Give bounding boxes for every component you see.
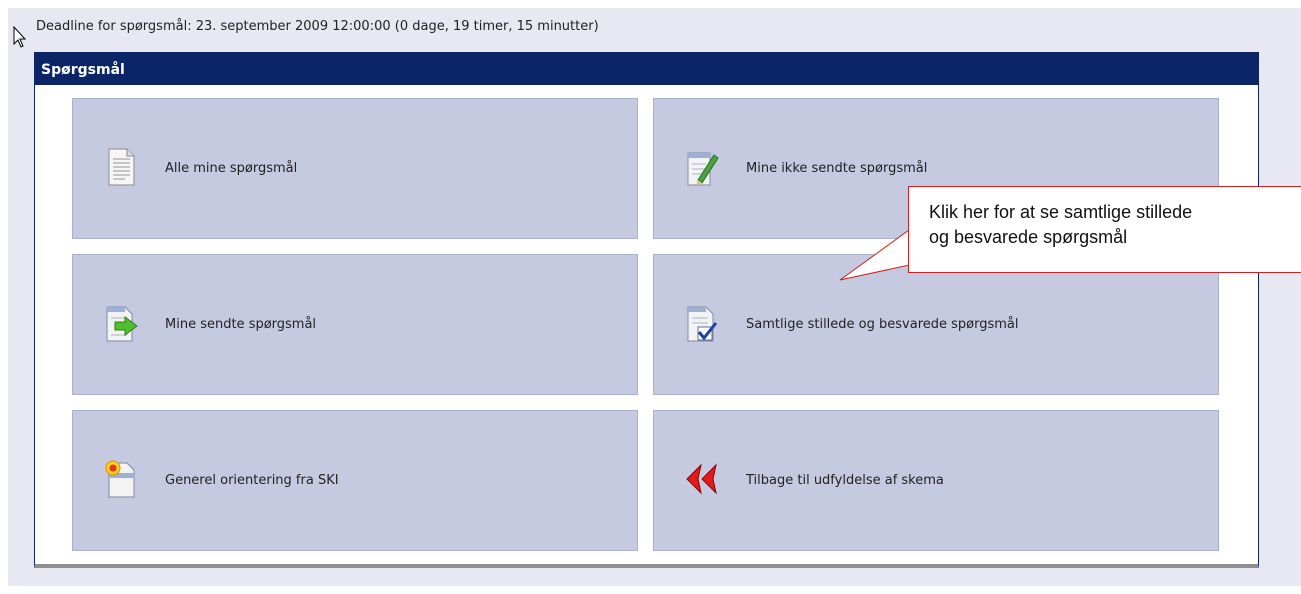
callout-pointer [839,230,917,281]
edit-document-icon [687,152,719,186]
send-document-icon [106,306,138,342]
tile-back-to-form[interactable]: Tilbage til udfyldelse af skema [653,410,1219,551]
checked-document-icon [687,306,718,342]
tile-label: Mine ikke sendte spørgsmål [746,161,928,176]
mouse-cursor-icon [13,26,27,48]
tile-label: Alle mine spørgsmål [165,161,298,176]
tile-all-asked-and-answered[interactable]: Samtlige stillede og besvarede spørgsmål [653,254,1219,395]
callout-line-1: Klik her for at se samtlige stillede [929,202,1193,222]
tile-label: Samtlige stillede og besvarede spørgsmål [746,317,1019,332]
callout-line-2: og besvarede spørgsmål [929,227,1128,247]
tile-all-my-questions[interactable]: Alle mine spørgsmål [72,98,638,239]
new-document-icon [105,460,135,498]
panel-title: Spørgsmål [34,52,1259,85]
tile-sent-questions[interactable]: Mine sendte spørgsmål [72,254,638,395]
document-icon [108,148,135,186]
back-arrows-icon [686,463,717,495]
tile-label: Tilbage til udfyldelse af skema [746,473,944,488]
tile-label: Mine sendte spørgsmål [165,317,317,332]
help-callout: Klik her for at se samtlige stillede og … [908,186,1301,273]
tile-general-orientation[interactable]: Generel orientering fra SKI [72,410,638,551]
deadline-text: Deadline for spørgsmål: 23. september 20… [36,19,599,34]
tile-label: Generel orientering fra SKI [165,473,339,488]
